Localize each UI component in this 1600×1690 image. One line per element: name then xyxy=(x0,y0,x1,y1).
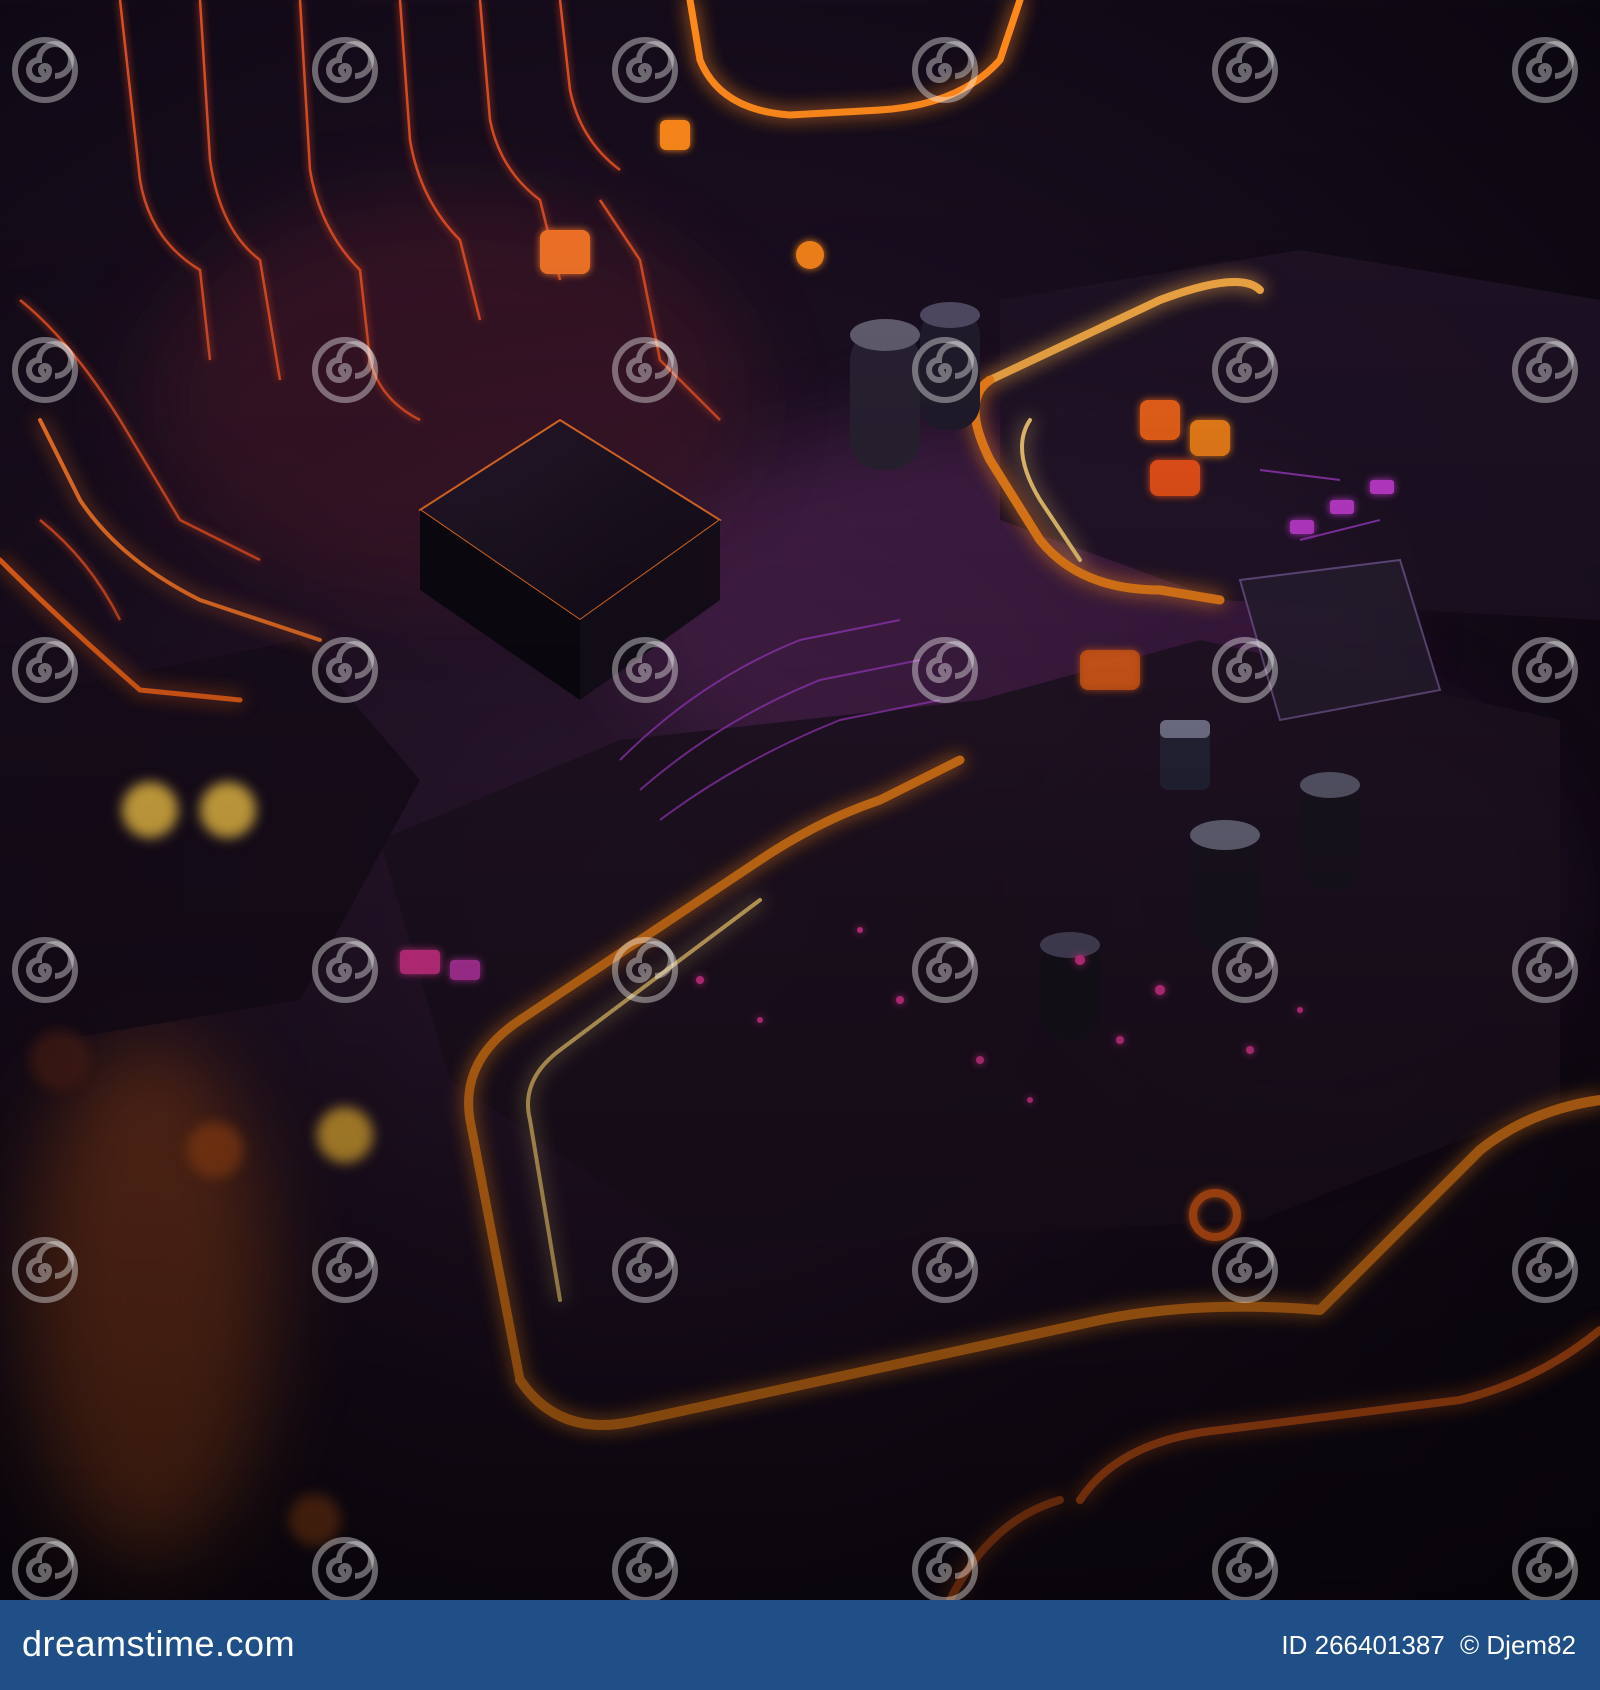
vignette xyxy=(0,0,1600,1600)
site-logo-text[interactable]: dreamstime.com xyxy=(22,1620,295,1668)
author-credit: © Djem82 xyxy=(1460,1630,1576,1660)
circuit-board-photo xyxy=(0,0,1600,1600)
image-id: ID 266401387 xyxy=(1281,1630,1445,1660)
footer-bar: dreamstime.com ID 266401387 © Djem82 xyxy=(0,1600,1600,1690)
circuit-board-illustration xyxy=(0,0,1600,1600)
image-meta: ID 266401387 © Djem82 xyxy=(1273,1628,1576,1662)
stock-photo-frame: dreamstime.com ID 266401387 © Djem82 xyxy=(0,0,1600,1690)
